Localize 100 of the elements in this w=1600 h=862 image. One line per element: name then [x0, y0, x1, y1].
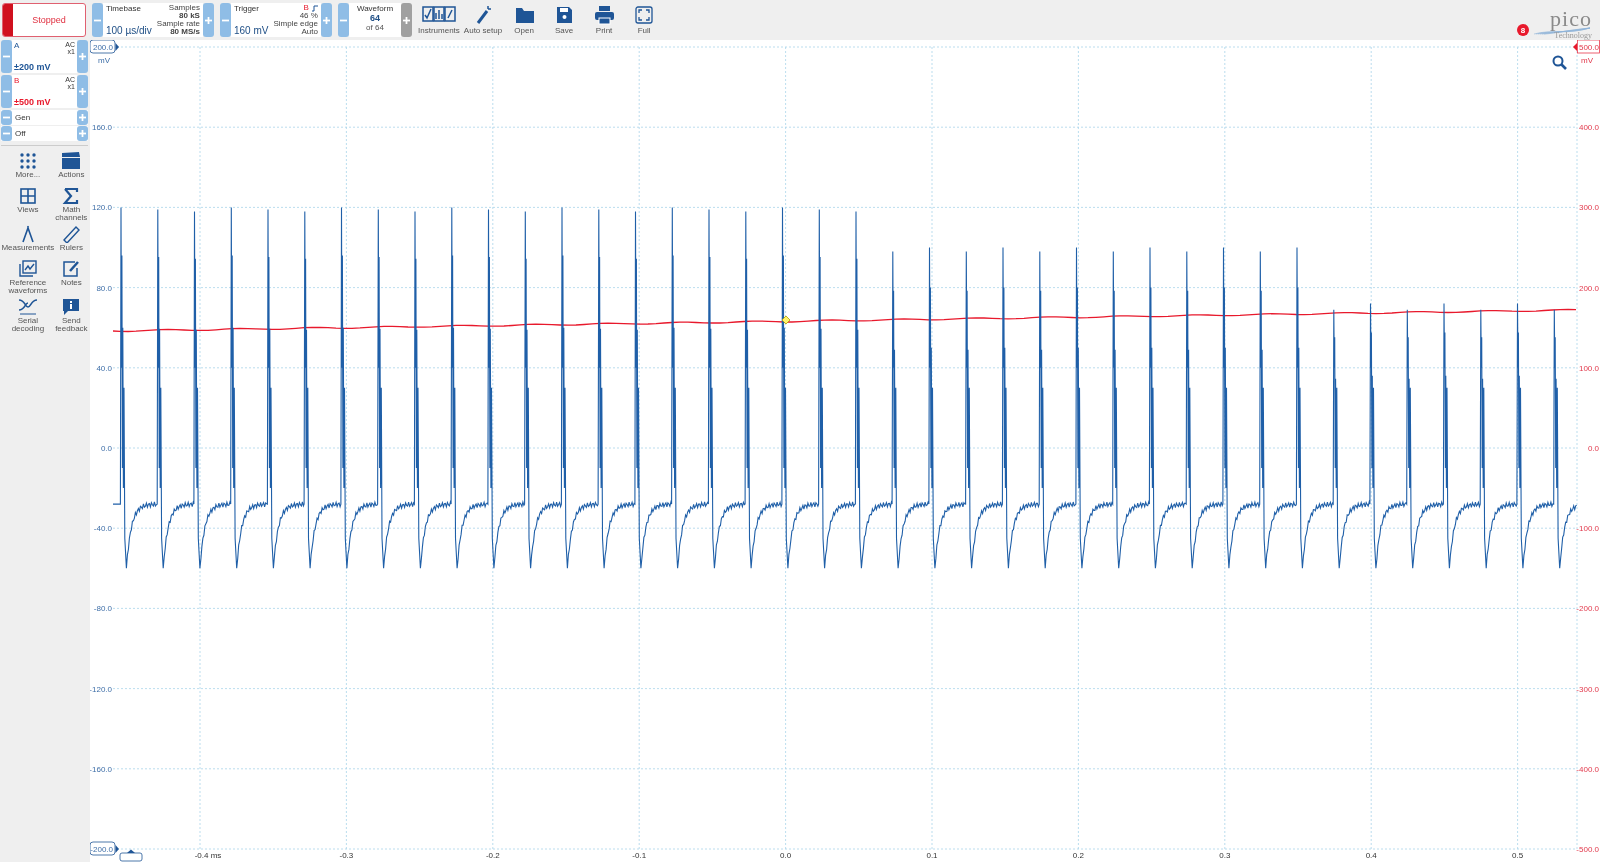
tool-button[interactable]: Send feedback — [54, 298, 88, 333]
axis-label: -40.0 — [93, 524, 112, 534]
rising-edge-icon — [311, 4, 318, 12]
decrease-button[interactable] — [1, 110, 12, 125]
axis-label: 160.0 — [91, 123, 112, 133]
increase-button[interactable] — [77, 75, 88, 108]
axis-label: -500.0 — [1576, 845, 1599, 854]
minus-icon — [3, 114, 10, 121]
axis-label: -0.2 — [485, 851, 500, 860]
axis-label: 100.0 — [1578, 363, 1599, 373]
ruler-icon — [61, 225, 82, 243]
generator-label: Gen — [14, 112, 32, 124]
axis-label: -100.0 — [1576, 524, 1599, 534]
axis-label: 400.0 — [1578, 123, 1599, 133]
axis-handle[interactable]: -200.0 — [90, 841, 116, 856]
minus-icon — [3, 53, 10, 60]
decrease-button[interactable] — [219, 3, 231, 37]
logo: pico Technology — [1532, 8, 1592, 40]
serial-icon — [17, 298, 38, 316]
toolbar-button[interactable]: Full — [626, 5, 663, 35]
axis-label: 0.0 — [1587, 444, 1599, 453]
axis-unit: mV — [98, 56, 110, 65]
plus-icon — [322, 16, 330, 24]
toolbar-button[interactable]: Auto setup — [463, 5, 503, 35]
toolbar-button[interactable]: Save — [546, 5, 583, 35]
notification-badge[interactable]: 8 — [1517, 24, 1529, 36]
axis-label: 0.4 — [1365, 851, 1377, 860]
axis-handle[interactable]: 200.0 — [90, 40, 116, 54]
decrease-button[interactable] — [92, 3, 103, 37]
decrease-button[interactable] — [1, 40, 12, 73]
note-icon — [61, 260, 82, 278]
info-bubble-icon — [61, 298, 82, 316]
decrease-button[interactable] — [1, 126, 12, 141]
handle-arrow-icon — [115, 845, 119, 853]
tool-button[interactable]: Reference waveforms — [1, 260, 55, 295]
increase-button[interactable] — [77, 126, 88, 141]
tool-button[interactable]: More... — [1, 152, 55, 184]
tool-button[interactable]: Serial decoding — [1, 298, 55, 333]
axis-label: 0.3 — [1219, 851, 1231, 860]
axis-label: 0.0 — [780, 851, 792, 860]
axis-label: 300.0 — [1578, 203, 1599, 213]
increase-button[interactable] — [202, 3, 214, 37]
axis-label: -200.0 — [1576, 604, 1599, 614]
plus-icon — [79, 130, 86, 137]
increase-button[interactable] — [77, 110, 88, 125]
dots-grid-icon — [17, 152, 38, 170]
axis-label: -80.0 — [93, 604, 112, 614]
toolbar-button[interactable]: Print — [586, 5, 623, 35]
plus-icon — [79, 53, 86, 60]
handle-arrow-icon — [115, 43, 119, 51]
chart-icon — [17, 260, 38, 278]
toolbar-button[interactable]: Open — [506, 5, 543, 35]
axis-label: 0.2 — [1072, 851, 1084, 860]
axis-label: -160.0 — [90, 764, 112, 774]
range-label: ±200 mV — [14, 62, 52, 72]
meters-icon — [421, 5, 456, 25]
minus-icon — [3, 130, 10, 137]
waveform-panel: Waveform 64 of 64 — [348, 3, 402, 37]
increase-button[interactable] — [320, 3, 332, 37]
tool-button[interactable]: Views — [1, 187, 55, 222]
channel-name: B — [14, 76, 20, 87]
tool-button[interactable]: Measurements — [1, 225, 55, 257]
decrease-button[interactable] — [1, 75, 12, 108]
channel-name: A — [14, 41, 20, 52]
ruler-handle[interactable] — [119, 849, 143, 862]
axis-label: 120.0 — [91, 203, 112, 213]
axis-label: 0.0 — [100, 444, 112, 453]
axis-label: 200.0 — [1578, 283, 1599, 293]
toolbar-button[interactable]: Instruments — [418, 5, 460, 35]
axis-label: 0.1 — [926, 851, 938, 860]
trigger-marker-icon[interactable] — [781, 315, 791, 325]
axis-label: 80.0 — [96, 283, 112, 293]
plus-icon — [204, 16, 212, 24]
minus-icon — [3, 88, 10, 95]
axis-label: 40.0 — [96, 363, 112, 373]
decrease-button[interactable] — [337, 3, 349, 37]
axis-unit: mV — [1581, 56, 1593, 65]
tool-button[interactable]: Notes — [54, 260, 88, 295]
axis-label: -400.0 — [1576, 764, 1599, 774]
handle-arrow-icon — [1573, 43, 1577, 51]
plus-icon — [79, 88, 86, 95]
tool-button[interactable]: Math channels — [54, 187, 88, 222]
increase-button[interactable] — [77, 40, 88, 73]
range-label: ±500 mV — [14, 97, 52, 107]
axis-label: -300.0 — [1576, 684, 1599, 694]
axis-label: -120.0 — [90, 684, 112, 694]
zoom-icon[interactable] — [1552, 55, 1567, 70]
plus-icon — [79, 114, 86, 121]
tool-button[interactable]: Actions — [54, 152, 88, 184]
tool-button[interactable]: Rulers — [54, 225, 88, 257]
generator-value: Off — [14, 128, 27, 140]
axis-label: 0.5 — [1512, 851, 1524, 860]
plus-icon — [403, 16, 411, 24]
axis-label: -0.4 ms — [194, 851, 222, 860]
clapperboard-icon — [61, 152, 82, 170]
axis-label: -0.1 — [632, 851, 647, 860]
axis-handle[interactable]: 500.0 — [1577, 40, 1600, 54]
grid-icon — [17, 187, 38, 205]
run-status-button[interactable]: Stopped — [2, 3, 86, 37]
axis-label: -0.3 — [339, 851, 354, 860]
